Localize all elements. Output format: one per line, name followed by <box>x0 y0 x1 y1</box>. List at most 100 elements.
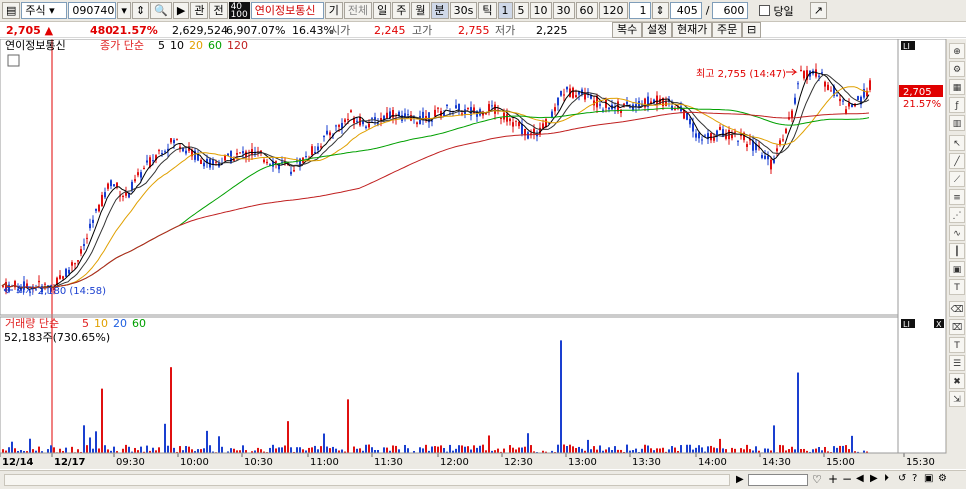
period-minute[interactable]: 분 <box>430 2 449 19</box>
candle-body <box>65 268 67 277</box>
volume-bar <box>698 445 700 453</box>
line-icon[interactable]: ╱ <box>949 153 965 169</box>
count-total-input[interactable]: 600 <box>712 2 749 19</box>
candle-body <box>869 80 871 90</box>
scroll-thumb[interactable] <box>748 474 808 486</box>
volume-bar <box>788 449 790 453</box>
multi-button[interactable]: 복수 <box>612 22 643 38</box>
period-30s[interactable]: 30s <box>449 2 478 19</box>
volume-bar <box>470 449 472 453</box>
gear-icon[interactable]: ⚙ <box>949 61 965 77</box>
volume-bar <box>188 446 190 453</box>
volume-bar <box>824 446 826 453</box>
text-tool-icon[interactable]: T <box>949 279 965 295</box>
volume-bar <box>107 449 109 453</box>
unit-stepper-icon[interactable]: ⇕ <box>651 2 669 19</box>
candle-body <box>776 148 778 152</box>
code-dropdown-icon[interactable]: ▾ <box>117 2 131 19</box>
text-box-icon[interactable]: T <box>949 337 965 353</box>
horizontal-scroll-track[interactable] <box>4 474 730 486</box>
candle-body <box>713 137 715 141</box>
export-icon[interactable]: ⇲ <box>949 391 965 407</box>
formula-icon[interactable]: ƒ <box>949 97 965 113</box>
fib-icon[interactable]: ≡ <box>949 189 965 205</box>
nav-prev-icon[interactable]: ◀ <box>856 473 864 484</box>
gi-button[interactable]: 기 <box>324 2 343 19</box>
related-button[interactable]: 관 <box>190 2 209 19</box>
nav-next-icon[interactable]: ▶ <box>870 473 878 484</box>
search-icon[interactable]: 🔍 <box>150 2 172 19</box>
time-label: 13:30 <box>632 457 661 468</box>
reset-icon[interactable]: ↺ <box>898 473 906 484</box>
market-select[interactable]: 주식 ▾ <box>21 2 68 19</box>
trend-icon[interactable]: ⟋ <box>949 171 965 187</box>
scroll-right-icon[interactable]: ▶ <box>736 474 744 485</box>
box-icon[interactable]: ▣ <box>949 261 965 277</box>
settings-button[interactable]: 설정 <box>642 22 673 38</box>
order-button[interactable]: 주문 <box>712 22 743 38</box>
candle-body <box>791 110 793 118</box>
volume-bar <box>848 449 850 453</box>
interval-10[interactable]: 10 <box>529 2 552 19</box>
zoom-in-icon[interactable]: + <box>828 472 838 486</box>
draw-tool-icon[interactable]: ↗ <box>809 2 827 19</box>
volume-bar <box>722 448 724 453</box>
zoom-toggle-icon[interactable]: ♡ <box>812 473 822 486</box>
volume-bar <box>650 448 652 453</box>
unit-input[interactable]: 1 <box>628 2 651 19</box>
indicator-icon[interactable]: ▥ <box>949 115 965 131</box>
stock-code-input[interactable]: 090740 <box>68 2 117 19</box>
wave-icon[interactable]: ∿ <box>949 225 965 241</box>
chart-menu-icon[interactable]: ▤ <box>2 2 21 19</box>
candle-body <box>410 114 412 121</box>
today-checkbox-box[interactable] <box>759 5 771 16</box>
eraser-all-icon[interactable]: ⌧ <box>949 319 965 335</box>
eraser-icon[interactable]: ⌫ <box>949 301 965 317</box>
today-checkbox[interactable]: 당일 <box>759 3 794 19</box>
config-icon[interactable]: ⚙ <box>938 473 947 484</box>
interval-1[interactable]: 1 <box>497 2 513 19</box>
trash-icon[interactable]: ✖ <box>949 373 965 389</box>
count-current-input[interactable]: 405 <box>669 2 702 19</box>
interval-30[interactable]: 30 <box>552 2 575 19</box>
crosshair-icon[interactable]: ⊕ <box>949 43 965 59</box>
all-button[interactable]: 전체 <box>343 2 373 19</box>
candle-body <box>608 107 610 110</box>
legend-toggle-box[interactable] <box>7 54 20 67</box>
layout-icon[interactable]: ▣ <box>924 473 933 484</box>
auto-icon[interactable]: ⋰ <box>949 207 965 223</box>
stock-name-field[interactable]: 연이정보통신 <box>250 2 324 19</box>
period-week[interactable]: 주 <box>392 2 411 19</box>
volume-bar <box>140 446 142 453</box>
candle-body <box>83 244 85 247</box>
candle-body <box>800 69 802 71</box>
current-price-button[interactable]: 현재가 <box>672 22 713 38</box>
candle-icon[interactable]: ┃ <box>949 243 965 259</box>
mode-badge[interactable]: 40 100 <box>228 2 250 19</box>
volume-bar <box>83 425 85 453</box>
interval-60[interactable]: 60 <box>575 2 598 19</box>
volume-bar <box>614 446 616 453</box>
period-tick[interactable]: 틱 <box>478 2 497 19</box>
candle-body <box>602 109 604 111</box>
candle-body <box>521 123 523 135</box>
play-icon[interactable]: ▶ <box>172 2 190 19</box>
interval-120[interactable]: 120 <box>598 2 628 19</box>
period-day[interactable]: 일 <box>373 2 392 19</box>
list-icon[interactable]: ☰ <box>949 355 965 371</box>
interval-5[interactable]: 5 <box>513 2 529 19</box>
stock-chart[interactable]: 2,8002,7502,7002,6502,6002,5502,5002,450… <box>0 39 966 489</box>
volume-bar <box>509 445 511 453</box>
zoom-out-icon[interactable]: − <box>842 472 852 486</box>
volume-bar <box>206 430 208 453</box>
cursor-icon[interactable]: ↖ <box>949 135 965 151</box>
period-month[interactable]: 월 <box>411 2 430 19</box>
stepper-icon[interactable]: ⇕ <box>131 2 150 19</box>
candle-body <box>734 131 736 133</box>
volume-bar <box>86 445 88 453</box>
grid-icon[interactable]: ▦ <box>949 79 965 95</box>
nav-end-icon[interactable]: ⏵ <box>884 473 889 484</box>
window-icon[interactable]: ⊟ <box>742 22 762 38</box>
full-button[interactable]: 전 <box>209 2 228 19</box>
page-icon[interactable]: ? <box>912 473 917 484</box>
